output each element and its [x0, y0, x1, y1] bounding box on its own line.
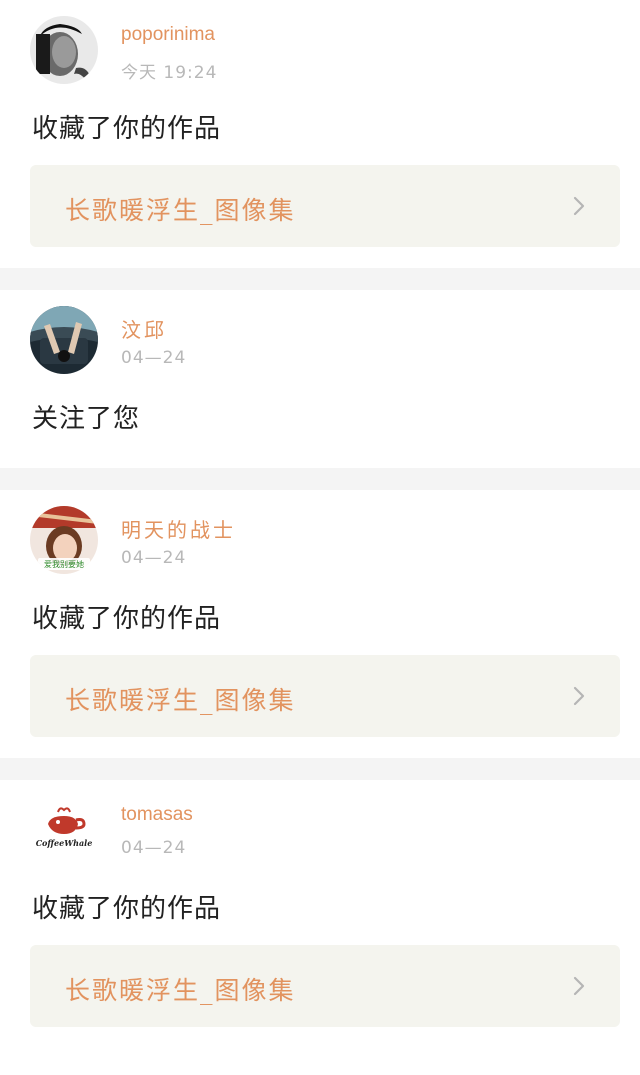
user-avatar[interactable]: [30, 16, 98, 84]
avatar-caption: CoffeeWhale: [36, 838, 93, 848]
chevron-right-icon: [568, 975, 590, 997]
action-text: 收藏了你的作品: [32, 114, 222, 144]
work-link[interactable]: 长歌暖浮生_图像集: [30, 945, 620, 1027]
work-link[interactable]: 长歌暖浮生_图像集: [30, 655, 620, 737]
chevron-right-icon: [568, 685, 590, 707]
user-avatar[interactable]: 爱我别要她: [30, 506, 98, 574]
timestamp: 04—24: [121, 838, 187, 858]
notification-card: poporinima 今天 19:24 收藏了你的作品 长歌暖浮生_图像集: [0, 0, 640, 268]
avatar-caption: 爱我别要她: [44, 559, 84, 569]
work-title: 长歌暖浮生_图像集: [65, 686, 296, 715]
action-text: 收藏了你的作品: [32, 894, 222, 924]
timestamp: 今天 19:24: [121, 63, 218, 83]
timestamp: 04—24: [121, 548, 187, 568]
car-interior-icon: [30, 306, 98, 374]
notification-card: 汶邱 04—24 关注了您: [0, 290, 640, 468]
username[interactable]: tomasas: [121, 804, 193, 826]
username[interactable]: 明天的战士: [121, 514, 236, 543]
man-portrait-icon: [30, 16, 98, 84]
action-text: 收藏了你的作品: [32, 604, 222, 634]
user-avatar[interactable]: CoffeeWhale: [30, 796, 98, 864]
girl-photo-icon: 爱我别要她: [30, 506, 98, 574]
timestamp: 04—24: [121, 348, 187, 368]
chevron-right-icon: [568, 195, 590, 217]
action-text: 关注了您: [32, 404, 141, 434]
work-title: 长歌暖浮生_图像集: [65, 196, 296, 225]
work-title: 长歌暖浮生_图像集: [65, 976, 296, 1005]
work-link[interactable]: 长歌暖浮生_图像集: [30, 165, 620, 247]
coffee-whale-logo-icon: CoffeeWhale: [30, 796, 98, 864]
notification-feed: poporinima 今天 19:24 收藏了你的作品 长歌暖浮生_图像集 汶邱…: [0, 0, 640, 1075]
username[interactable]: 汶邱: [121, 314, 167, 343]
notification-card: CoffeeWhale tomasas 04—24 收藏了你的作品 长歌暖浮生_…: [0, 780, 640, 1075]
username[interactable]: poporinima: [121, 24, 215, 46]
notification-card: 爱我别要她 明天的战士 04—24 收藏了你的作品 长歌暖浮生_图像集: [0, 490, 640, 758]
user-avatar[interactable]: [30, 306, 98, 374]
